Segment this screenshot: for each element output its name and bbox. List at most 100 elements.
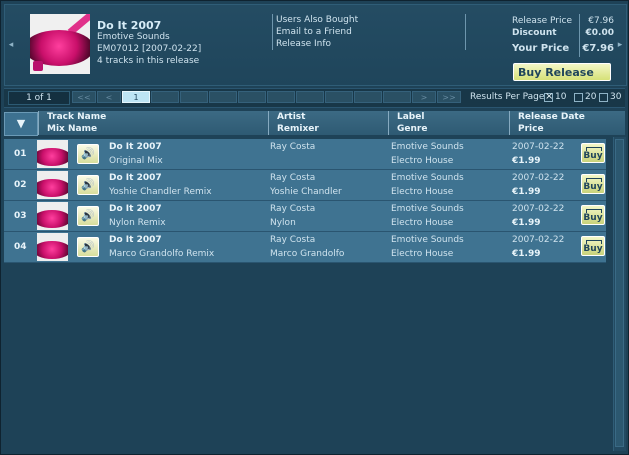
email-friend-link[interactable]: Email to a Friend xyxy=(276,27,352,37)
column-release-date[interactable]: Release Date xyxy=(518,112,585,122)
results-30-checkbox[interactable] xyxy=(599,93,608,102)
release-track-count: 4 tracks in this release xyxy=(97,56,200,66)
page-slot xyxy=(151,91,179,103)
column-mix-name[interactable]: Mix Name xyxy=(47,124,97,134)
artist-name[interactable]: Ray Costa xyxy=(270,142,315,152)
track-number: 01 xyxy=(14,149,27,159)
column-label-genre[interactable]: Label Genre xyxy=(388,111,509,135)
artist-name[interactable]: Ray Costa xyxy=(270,173,315,183)
thumb-lips-image xyxy=(37,148,68,166)
table-row[interactable]: 01 🔊 Do It 2007 Original Mix Ray Costa E… xyxy=(4,139,606,170)
page-slot xyxy=(267,91,295,103)
cover-logo xyxy=(33,61,43,71)
track-price: €1.99 xyxy=(512,249,541,259)
last-page-button[interactable]: >> xyxy=(437,91,461,103)
buy-track-button[interactable]: Buy xyxy=(581,205,605,225)
column-artist[interactable]: Artist xyxy=(277,112,305,122)
track-thumbnail[interactable] xyxy=(37,233,68,261)
release-title[interactable]: Do It 2007 xyxy=(97,19,161,32)
release-date: 2007-02-22 xyxy=(512,173,565,183)
page-slot xyxy=(354,91,382,103)
buy-track-button[interactable]: Buy xyxy=(581,143,605,163)
buy-track-button[interactable]: Buy xyxy=(581,174,605,194)
track-number: 02 xyxy=(14,180,27,190)
first-page-button[interactable]: << xyxy=(72,91,96,103)
vertical-scrollbar[interactable] xyxy=(613,137,626,451)
column-genre[interactable]: Genre xyxy=(397,124,427,134)
genre-name[interactable]: Electro House xyxy=(391,156,453,166)
remixer-name[interactable]: Nylon xyxy=(270,218,296,228)
release-price-label: Release Price xyxy=(512,16,572,26)
release-date: 2007-02-22 xyxy=(512,204,565,214)
track-name[interactable]: Do It 2007 xyxy=(109,235,162,245)
page-slot xyxy=(296,91,324,103)
artist-name[interactable]: Ray Costa xyxy=(270,235,315,245)
remixer-name[interactable]: Yoshie Chandler xyxy=(270,187,342,197)
genre-name[interactable]: Electro House xyxy=(391,187,453,197)
left-arrow-icon[interactable]: ◂ xyxy=(6,40,16,54)
play-speaker-icon[interactable]: 🔊 xyxy=(77,175,99,195)
buy-track-button[interactable]: Buy xyxy=(581,236,605,256)
thumb-lips-image xyxy=(37,179,68,197)
release-panel: ◂ ▸ Do It 2007 Emotive Sounds EM07012 [2… xyxy=(4,4,627,86)
results-per-page-label: Results Per Page xyxy=(470,92,545,102)
remixer-name[interactable]: Marco Grandolfo xyxy=(270,249,344,259)
page-slot xyxy=(238,91,266,103)
release-links: Users Also Bought Email to a Friend Rele… xyxy=(272,14,466,50)
genre-name[interactable]: Electro House xyxy=(391,249,453,259)
page-slot xyxy=(180,91,208,103)
label-name[interactable]: Emotive Sounds xyxy=(391,204,464,214)
column-track-mix[interactable]: Track Name Mix Name xyxy=(38,111,268,135)
play-speaker-icon[interactable]: 🔊 xyxy=(77,237,99,257)
track-price: €1.99 xyxy=(512,156,541,166)
genre-name[interactable]: Electro House xyxy=(391,218,453,228)
play-speaker-icon[interactable]: 🔊 xyxy=(77,206,99,226)
column-artist-remixer[interactable]: Artist Remixer xyxy=(268,111,388,135)
track-number: 03 xyxy=(14,211,27,221)
users-also-bought-link[interactable]: Users Also Bought xyxy=(276,15,358,25)
table-row[interactable]: 03 🔊 Do It 2007 Nylon Remix Ray Costa Ny… xyxy=(4,201,606,232)
column-track-name[interactable]: Track Name xyxy=(47,112,106,122)
label-name[interactable]: Emotive Sounds xyxy=(391,173,464,183)
label-name[interactable]: Emotive Sounds xyxy=(391,235,464,245)
release-date: 2007-02-22 xyxy=(512,142,565,152)
release-cover-art[interactable] xyxy=(30,14,90,74)
track-name[interactable]: Do It 2007 xyxy=(109,142,162,152)
mix-name: Yoshie Chandler Remix xyxy=(109,187,212,197)
table-row[interactable]: 04 🔊 Do It 2007 Marco Grandolfo Remix Ra… xyxy=(4,232,606,263)
column-date-price[interactable]: Release Date Price xyxy=(509,111,625,135)
sort-toggle-icon[interactable]: ▼ xyxy=(4,112,38,136)
buy-release-button[interactable]: Buy Release xyxy=(513,63,611,81)
next-page-button[interactable]: > xyxy=(412,91,436,103)
price-box: Release Price €7.96 Discount €0.00 Your … xyxy=(507,14,617,57)
track-thumbnail[interactable] xyxy=(37,171,68,199)
track-name[interactable]: Do It 2007 xyxy=(109,204,162,214)
results-30-label: 30 xyxy=(610,92,622,102)
column-price[interactable]: Price xyxy=(518,124,544,134)
track-thumbnail[interactable] xyxy=(37,140,68,168)
play-speaker-icon[interactable]: 🔊 xyxy=(77,144,99,164)
track-thumbnail[interactable] xyxy=(37,202,68,230)
pagination-bar: 1 of 1 << < 1 > >> Results Per Page 10 2… xyxy=(4,88,625,108)
results-10-checkbox[interactable] xyxy=(544,91,553,102)
artist-name[interactable]: Ray Costa xyxy=(270,204,315,214)
table-row[interactable]: 02 🔊 Do It 2007 Yoshie Chandler Remix Ra… xyxy=(4,170,606,201)
column-label[interactable]: Label xyxy=(397,112,424,122)
release-label[interactable]: Emotive Sounds xyxy=(97,32,170,42)
results-20-label: 20 xyxy=(585,92,597,102)
release-catalog-date: EM07012 [2007-02-22] xyxy=(97,44,202,54)
label-name[interactable]: Emotive Sounds xyxy=(391,142,464,152)
thumb-lips-image xyxy=(37,241,68,259)
mix-name: Nylon Remix xyxy=(109,218,166,228)
page-indicator: 1 of 1 xyxy=(8,91,70,105)
release-info-link[interactable]: Release Info xyxy=(276,39,331,49)
results-20-checkbox[interactable] xyxy=(574,93,583,102)
mix-name: Original Mix xyxy=(109,156,163,166)
scrollbar-thumb[interactable] xyxy=(615,139,624,447)
prev-page-button[interactable]: < xyxy=(97,91,121,103)
page-slot xyxy=(383,91,411,103)
page-1-button[interactable]: 1 xyxy=(122,91,150,103)
track-name[interactable]: Do It 2007 xyxy=(109,173,162,183)
column-remixer[interactable]: Remixer xyxy=(277,124,319,134)
discount-label: Discount xyxy=(512,28,557,38)
